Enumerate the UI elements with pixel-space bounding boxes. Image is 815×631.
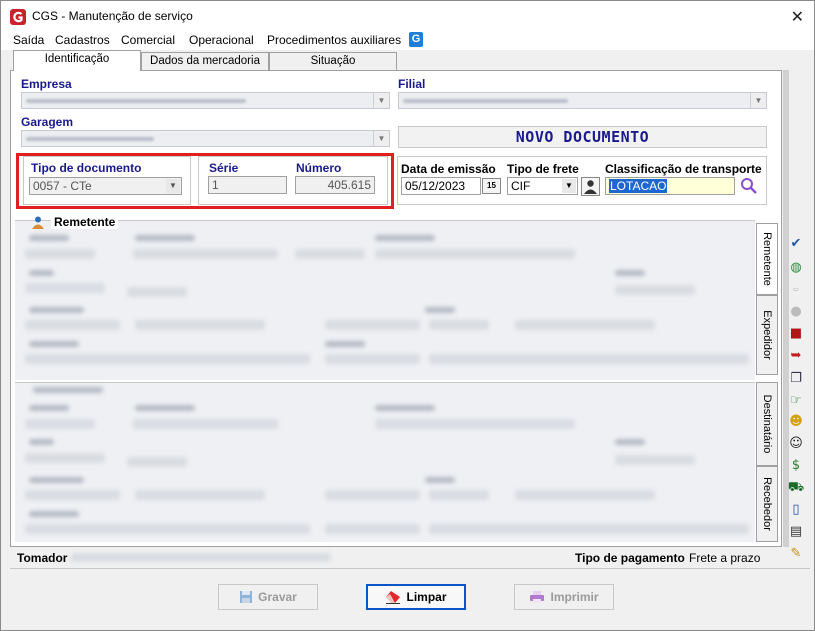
menu-bar: Saída Cadastros Comercial Operacional Pr… [1,31,814,50]
person-icon [32,216,44,229]
calendar-day: 15 [487,181,496,190]
chevron-down-icon[interactable]: ▼ [373,131,389,146]
report-icon[interactable]: ▤ [787,523,805,541]
classificacao-value: LOTACAO [609,179,668,193]
menu-saida[interactable]: Saída [13,33,44,47]
filial-select[interactable]: ▼ [398,92,767,109]
classificacao-input[interactable]: LOTACAO [605,177,735,195]
side-tab-label: Expedidor [761,310,773,360]
serie-label: Série [209,161,239,175]
data-emissao-input[interactable]: 05/12/2023 [401,177,481,195]
tab-dados-mercadoria[interactable]: Dados da mercadoria [141,52,269,71]
window-title: CGS - Manutenção de serviço [32,9,193,23]
window: CGS - Manutenção de serviço ✕ Saída Cada… [0,0,815,631]
hand-pointer-icon[interactable]: ☞ [787,392,805,410]
side-tab-recebedor[interactable]: Recebedor [756,466,778,542]
limpar-label: Limpar [406,590,447,604]
menu-comercial[interactable]: Comercial [121,33,175,47]
chevron-down-icon[interactable]: ▼ [750,93,766,108]
remetente-title: Remetente [51,215,119,229]
tomador-label: Tomador [17,551,68,565]
users-icon[interactable]: ☻ [787,413,805,431]
data-emissao-label: Data de emissão [401,162,496,176]
imprimir-label: Imprimir [550,590,599,604]
user-card-icon[interactable]: ☺ [787,435,805,453]
numero-label: Número [296,161,342,175]
garagem-select[interactable]: ▼ [21,130,390,147]
filial-label: Filial [398,77,426,91]
tipo-frete-select[interactable]: CIF ▼ [507,177,578,195]
documents-icon[interactable]: ❐ [787,370,805,388]
chevron-down-icon[interactable]: ▼ [166,179,180,193]
side-tab-remetente[interactable]: Remetente [756,223,778,295]
gravar-button[interactable]: Gravar [218,584,318,610]
tipo-documento-select[interactable]: 0057 - CTe ▼ [29,177,182,195]
menu-operacional[interactable]: Operacional [189,33,254,47]
chevron-down-icon[interactable]: ▼ [373,93,389,108]
destinatario-section [15,382,755,542]
tab-strip: Identificação Dados da mercadoria Situaç… [1,50,814,71]
printer-icon [530,591,545,603]
garagem-label: Garagem [21,115,74,129]
side-tab-label: Destinatário [761,394,773,454]
disabled-circle-icon: ● [790,304,802,319]
tipo-frete-label: Tipo de frete [507,162,579,176]
empresa-label: Empresa [21,77,72,91]
data-emissao-value: 05/12/2023 [405,179,466,193]
tipo-documento-value: 0057 - CTe [33,179,92,193]
remetente-section [15,220,755,380]
serie-input[interactable]: 1 [208,176,287,194]
tipo-frete-value: CIF [511,179,531,193]
search-icon[interactable] [740,177,758,195]
checkmark-icon[interactable]: ✔ [787,235,805,253]
tab-label: Identificação [44,53,110,65]
title-bar: CGS - Manutenção de serviço ✕ [1,1,814,31]
book-icon[interactable]: ▯ [787,501,805,519]
calendar-icon[interactable]: 15 [482,178,501,194]
money-icon[interactable]: $ [787,457,805,475]
status-banner: NOVO DOCUMENTO [398,126,767,148]
app-logo-icon: G [409,32,423,47]
limpar-button[interactable]: Limpar [366,584,466,610]
ciot-icon[interactable]: ▭ [787,281,805,299]
floppy-disk-icon [240,591,253,603]
tipo-documento-label: Tipo de documento [31,161,142,175]
tipo-pagamento-value: Frete a prazo [689,551,761,565]
menu-procedimentos-auxiliares[interactable]: Procedimentos auxiliares [267,33,401,47]
chevron-down-icon[interactable]: ▼ [562,179,576,193]
cube-icon[interactable]: ■ [787,325,805,343]
numero-value: 405.615 [327,178,371,192]
tomador-value [71,553,331,562]
export-document-icon[interactable]: ➥ [787,347,805,365]
eraser-icon [386,591,401,604]
divider [10,568,810,569]
empresa-select[interactable]: ▼ [21,92,390,109]
tab-identificacao[interactable]: Identificação [13,50,141,71]
side-tab-expedidor[interactable]: Expedidor [756,295,778,375]
numero-input[interactable]: 405.615 [295,176,375,194]
classificacao-label: Classificação de transporte [605,162,762,176]
tab-label: Situação [310,55,356,67]
tab-situacao[interactable]: Situação [269,52,397,71]
globe-icon[interactable]: ◍ [787,259,805,277]
tools-icon[interactable]: ✎ [787,545,805,563]
side-tab-label: Remetente [761,232,773,286]
imprimir-button[interactable]: Imprimir [514,584,614,610]
menu-cadastros[interactable]: Cadastros [55,33,110,47]
side-tab-label: Recebedor [761,477,773,531]
side-tab-destinatario[interactable]: Destinatário [756,382,778,466]
gravar-label: Gravar [258,590,297,604]
serie-value: 1 [212,178,219,192]
person-icon[interactable] [581,177,600,196]
close-icon[interactable]: ✕ [791,7,804,26]
cgs-logo-icon [10,9,26,25]
truck-icon[interactable]: ⛟ [787,479,805,497]
tipo-pagamento-label: Tipo de pagamento [575,551,685,565]
tab-label: Dados da mercadoria [150,55,260,67]
status-row: Tomador Tipo de pagamento Frete a prazo [15,549,775,567]
